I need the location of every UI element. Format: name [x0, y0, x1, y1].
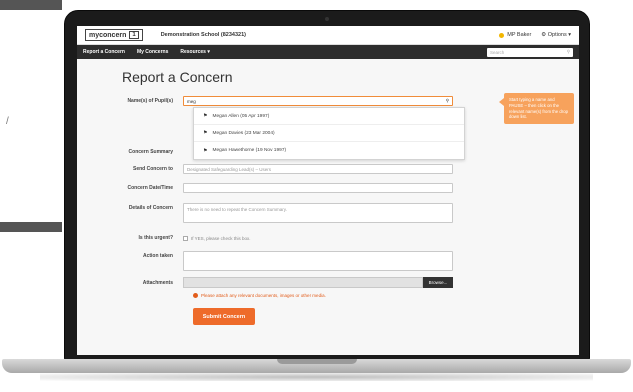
summary-label: Concern Summary [128, 149, 173, 155]
details-label: Details of Concern [128, 205, 173, 211]
suggestion-item[interactable]: ⚑ Megan Hawethorne (19 Nov 1997) [194, 142, 464, 159]
suggestion-item[interactable]: ⚑ Megan Davies (23 Mar 2004) [194, 125, 464, 142]
attachments-hint-text: Please attach any relevant documents, im… [201, 293, 326, 298]
pupil-input-value: meg [187, 98, 196, 104]
laptop-screen: myconcern 1 Demonstration School (823432… [77, 26, 579, 355]
logo-text: myconcern [89, 31, 127, 39]
datetime-row: Concern Date/Time [77, 183, 453, 193]
send-label: Send Concern to [132, 166, 173, 172]
pupil-help-tooltip: Start typing a name and PAUSE – then cli… [499, 93, 574, 125]
datetime-label: Concern Date/Time [127, 185, 173, 191]
pupil-suggestions-dropdown: ⚑ Megan Allen (05 Apr 1997) ⚑ Megan Davi… [193, 107, 465, 160]
pupil-row: Name(s) of Pupil(s) meg ⚲ [77, 96, 453, 106]
nav-my-concerns[interactable]: My Concerns [137, 49, 168, 55]
details-placeholder: There is no need to repeat the Concern S… [187, 207, 287, 212]
laptop-notch [276, 359, 357, 364]
logo-badge: 1 [129, 31, 139, 39]
action-label: Action taken [142, 253, 173, 259]
pupil-search-input[interactable]: meg ⚲ [183, 96, 453, 106]
decorative-slash: / [6, 116, 9, 127]
search-input[interactable]: Search ⚲ [487, 47, 573, 57]
browse-button[interactable]: Browse... [423, 277, 453, 288]
app-logo[interactable]: myconcern 1 [85, 29, 143, 41]
options-menu[interactable]: ⚙ Options ▾ [541, 32, 571, 38]
suggestion-item[interactable]: ⚑ Megan Allen (05 Apr 1997) [194, 108, 464, 125]
laptop-lid: myconcern 1 Demonstration School (823432… [64, 10, 590, 362]
urgent-row: Is this urgent? If YES, please check thi… [77, 235, 251, 241]
search-icon: ⚲ [445, 98, 449, 103]
app-header: myconcern 1 Demonstration School (823432… [77, 26, 579, 45]
send-to-value: Designated Safeguarding Lead(s) – Users [187, 166, 272, 172]
urgent-checkbox[interactable] [183, 235, 188, 241]
action-textarea[interactable] [183, 251, 453, 271]
suggestion-label: Megan Allen (05 Apr 1997) [212, 113, 270, 119]
suggestion-label: Megan Hawethorne (19 Nov 1997) [212, 148, 287, 153]
nav-resources[interactable]: Resources ▾ [180, 49, 209, 55]
attachments-hint: Please attach any relevant documents, im… [193, 293, 326, 298]
summary-row: Concern Summary [77, 149, 183, 155]
flag-icon: ⚑ [203, 130, 208, 136]
search-placeholder: Search [490, 49, 505, 55]
info-icon [193, 293, 198, 298]
attachments-label: Attachments [142, 279, 173, 286]
nav-report-concern[interactable]: Report a Concern [83, 49, 125, 55]
file-upload: Browse... [183, 277, 453, 288]
details-row: Details of Concern There is no need to r… [77, 203, 453, 223]
pupil-label: Name(s) of Pupil(s) [127, 98, 173, 104]
decorative-bar-top [0, 0, 62, 10]
send-row: Send Concern to Designated Safeguarding … [77, 164, 453, 174]
main-navbar: Report a Concern My Concerns Resources ▾… [77, 45, 579, 59]
action-row: Action taken [77, 251, 453, 271]
laptop-base [2, 359, 631, 373]
send-to-select[interactable]: Designated Safeguarding Lead(s) – Users [183, 164, 453, 174]
urgent-option: If YES, please check this box. [183, 235, 251, 241]
file-path-input[interactable] [183, 277, 423, 288]
details-textarea[interactable]: There is no need to repeat the Concern S… [183, 203, 453, 223]
user-status-icon [499, 32, 505, 38]
search-icon: ⚲ [566, 49, 570, 54]
school-name: Demonstration School (8234321) [160, 32, 246, 38]
user-name: MP Baker [507, 32, 532, 38]
suggestion-label: Megan Davies (23 Mar 2004) [212, 130, 275, 136]
report-form: Report a Concern [77, 59, 579, 85]
submit-concern-button[interactable]: Submit Concern [193, 308, 255, 325]
flag-icon: ⚑ [203, 113, 208, 119]
product-scene: / myconcern 1 Demonstration School (8234… [0, 0, 633, 392]
laptop-shadow [40, 373, 593, 381]
datetime-input[interactable] [183, 183, 453, 193]
user-menu[interactable]: MP Baker [499, 32, 531, 38]
page-title: Report a Concern [122, 69, 233, 85]
decorative-bar-bottom [0, 222, 62, 232]
attachments-row: Attachments Browse... [77, 277, 453, 288]
urgent-label: Is this urgent? [138, 235, 173, 241]
webcam-icon [325, 17, 329, 21]
options-label: Options ▾ [547, 32, 571, 38]
flag-icon: ⚑ [203, 147, 208, 154]
urgent-hint: If YES, please check this box. [191, 235, 251, 241]
